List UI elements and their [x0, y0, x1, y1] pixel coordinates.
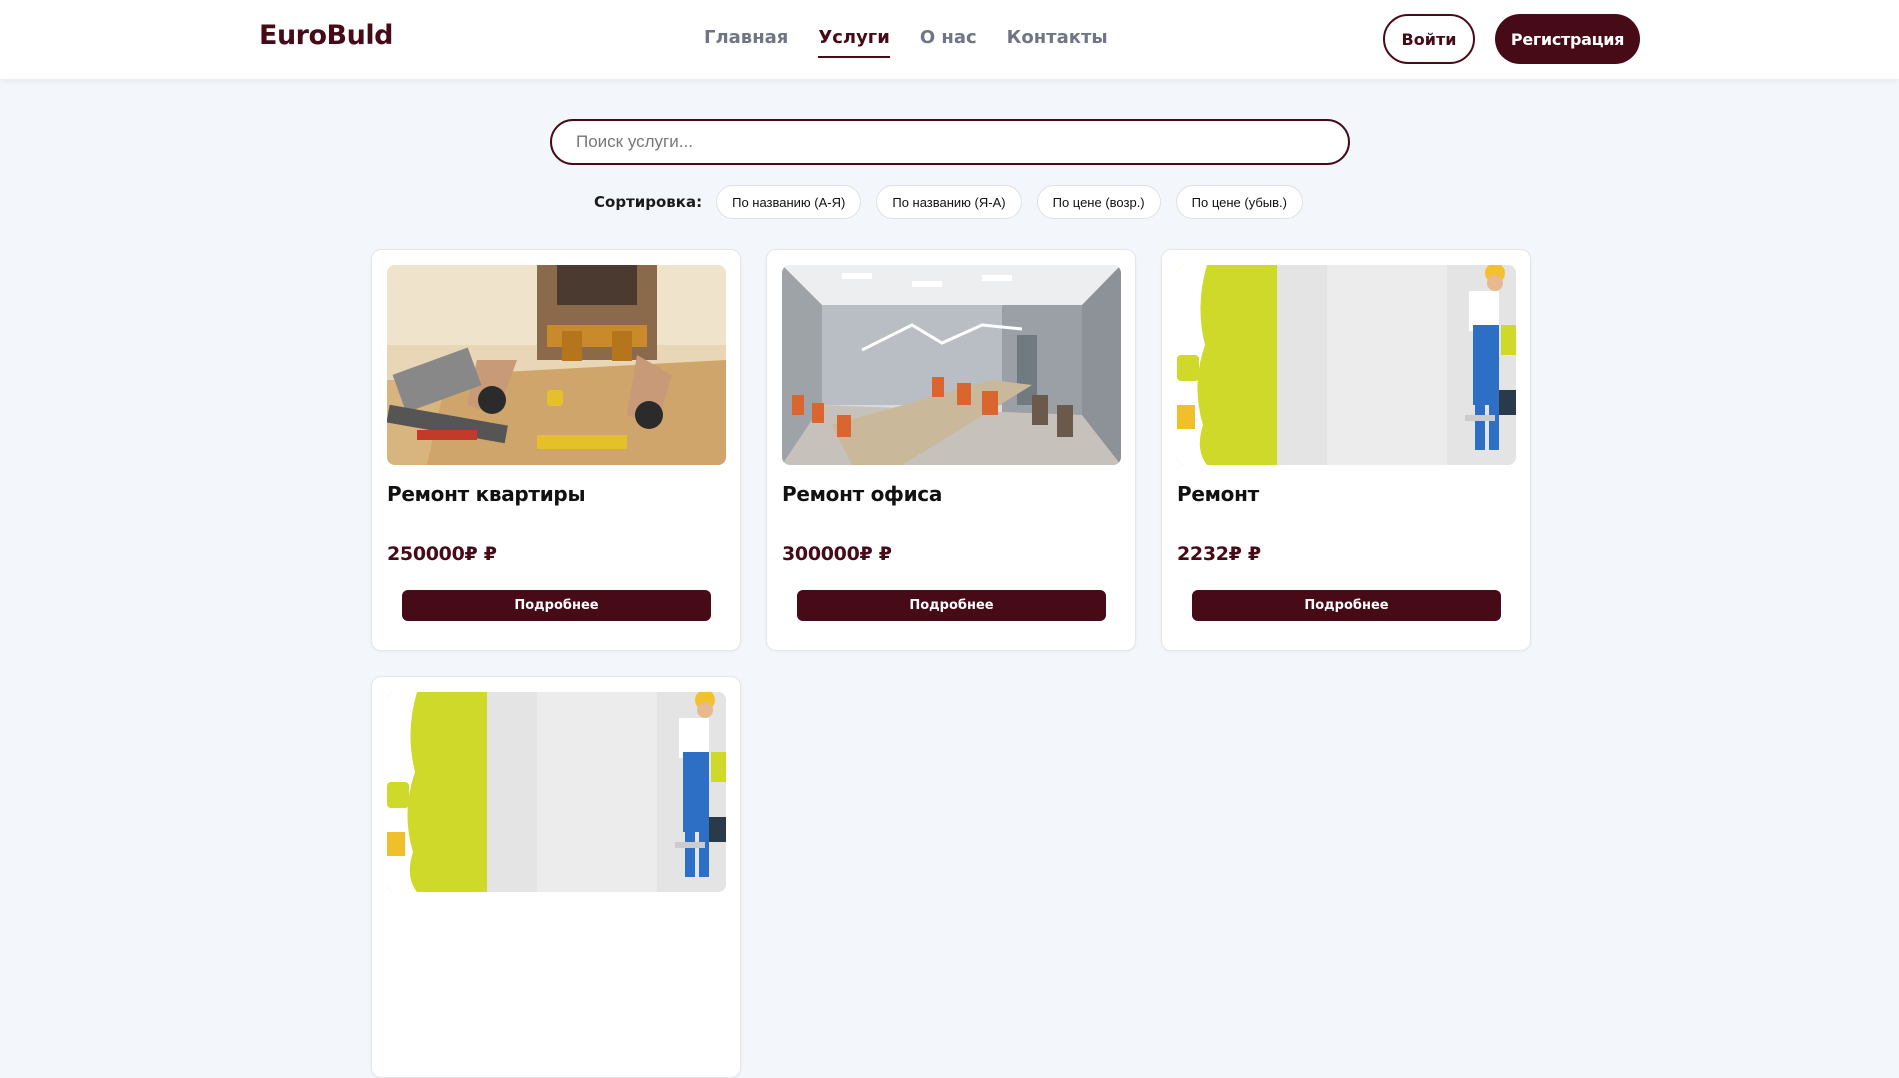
nav-item-contacts[interactable]: Контакты — [1007, 26, 1108, 58]
details-button[interactable]: Подробнее — [797, 590, 1106, 621]
register-button[interactable]: Регистрация — [1495, 14, 1640, 64]
nav-item-home[interactable]: Главная — [704, 26, 788, 58]
nav-item-about[interactable]: О нас — [920, 26, 977, 58]
wall-painter-photo — [1177, 265, 1516, 465]
login-button[interactable]: Войти — [1383, 14, 1475, 64]
search-input[interactable] — [552, 121, 1348, 163]
service-price: 300000₽ ₽ — [782, 543, 892, 565]
service-title: Ремонт — [1177, 482, 1259, 506]
service-card: Ремонт 2232₽ ₽ Подробнее — [1161, 249, 1531, 651]
sort-label: Сортировка: — [594, 193, 703, 211]
service-card: Ремонт офиса 300000₽ ₽ Подробнее — [766, 249, 1136, 651]
details-button[interactable]: Подробнее — [1192, 590, 1501, 621]
sort-price-desc-button[interactable]: По цене (убыв.) — [1175, 185, 1303, 219]
service-card — [371, 676, 741, 1078]
main-nav: Главная Услуги О нас Контакты — [704, 26, 1108, 58]
sort-bar: Сортировка: По названию (А-Я) По названи… — [594, 185, 1318, 219]
sort-name-asc-button[interactable]: По названию (А-Я) — [716, 185, 862, 219]
sort-name-desc-button[interactable]: По названию (Я-А) — [876, 185, 1022, 219]
service-title: Ремонт офиса — [782, 482, 943, 506]
nav-item-services[interactable]: Услуги — [818, 26, 890, 58]
search-box — [550, 119, 1350, 165]
carpenter-workbench-photo — [387, 265, 726, 465]
sort-price-asc-button[interactable]: По цене (возр.) — [1036, 185, 1161, 219]
service-card: Ремонт квартиры 250000₽ ₽ Подробнее — [371, 249, 741, 651]
details-button[interactable]: Подробнее — [402, 590, 711, 621]
service-title: Ремонт квартиры — [387, 482, 586, 506]
service-price: 2232₽ ₽ — [1177, 543, 1261, 565]
site-header: EuroBuld Главная Услуги О нас Контакты В… — [0, 0, 1899, 79]
office-conference-room-photo — [782, 265, 1121, 465]
wall-painter-photo — [387, 692, 726, 892]
site-logo[interactable]: EuroBuld — [259, 20, 393, 51]
service-price: 250000₽ ₽ — [387, 543, 497, 565]
